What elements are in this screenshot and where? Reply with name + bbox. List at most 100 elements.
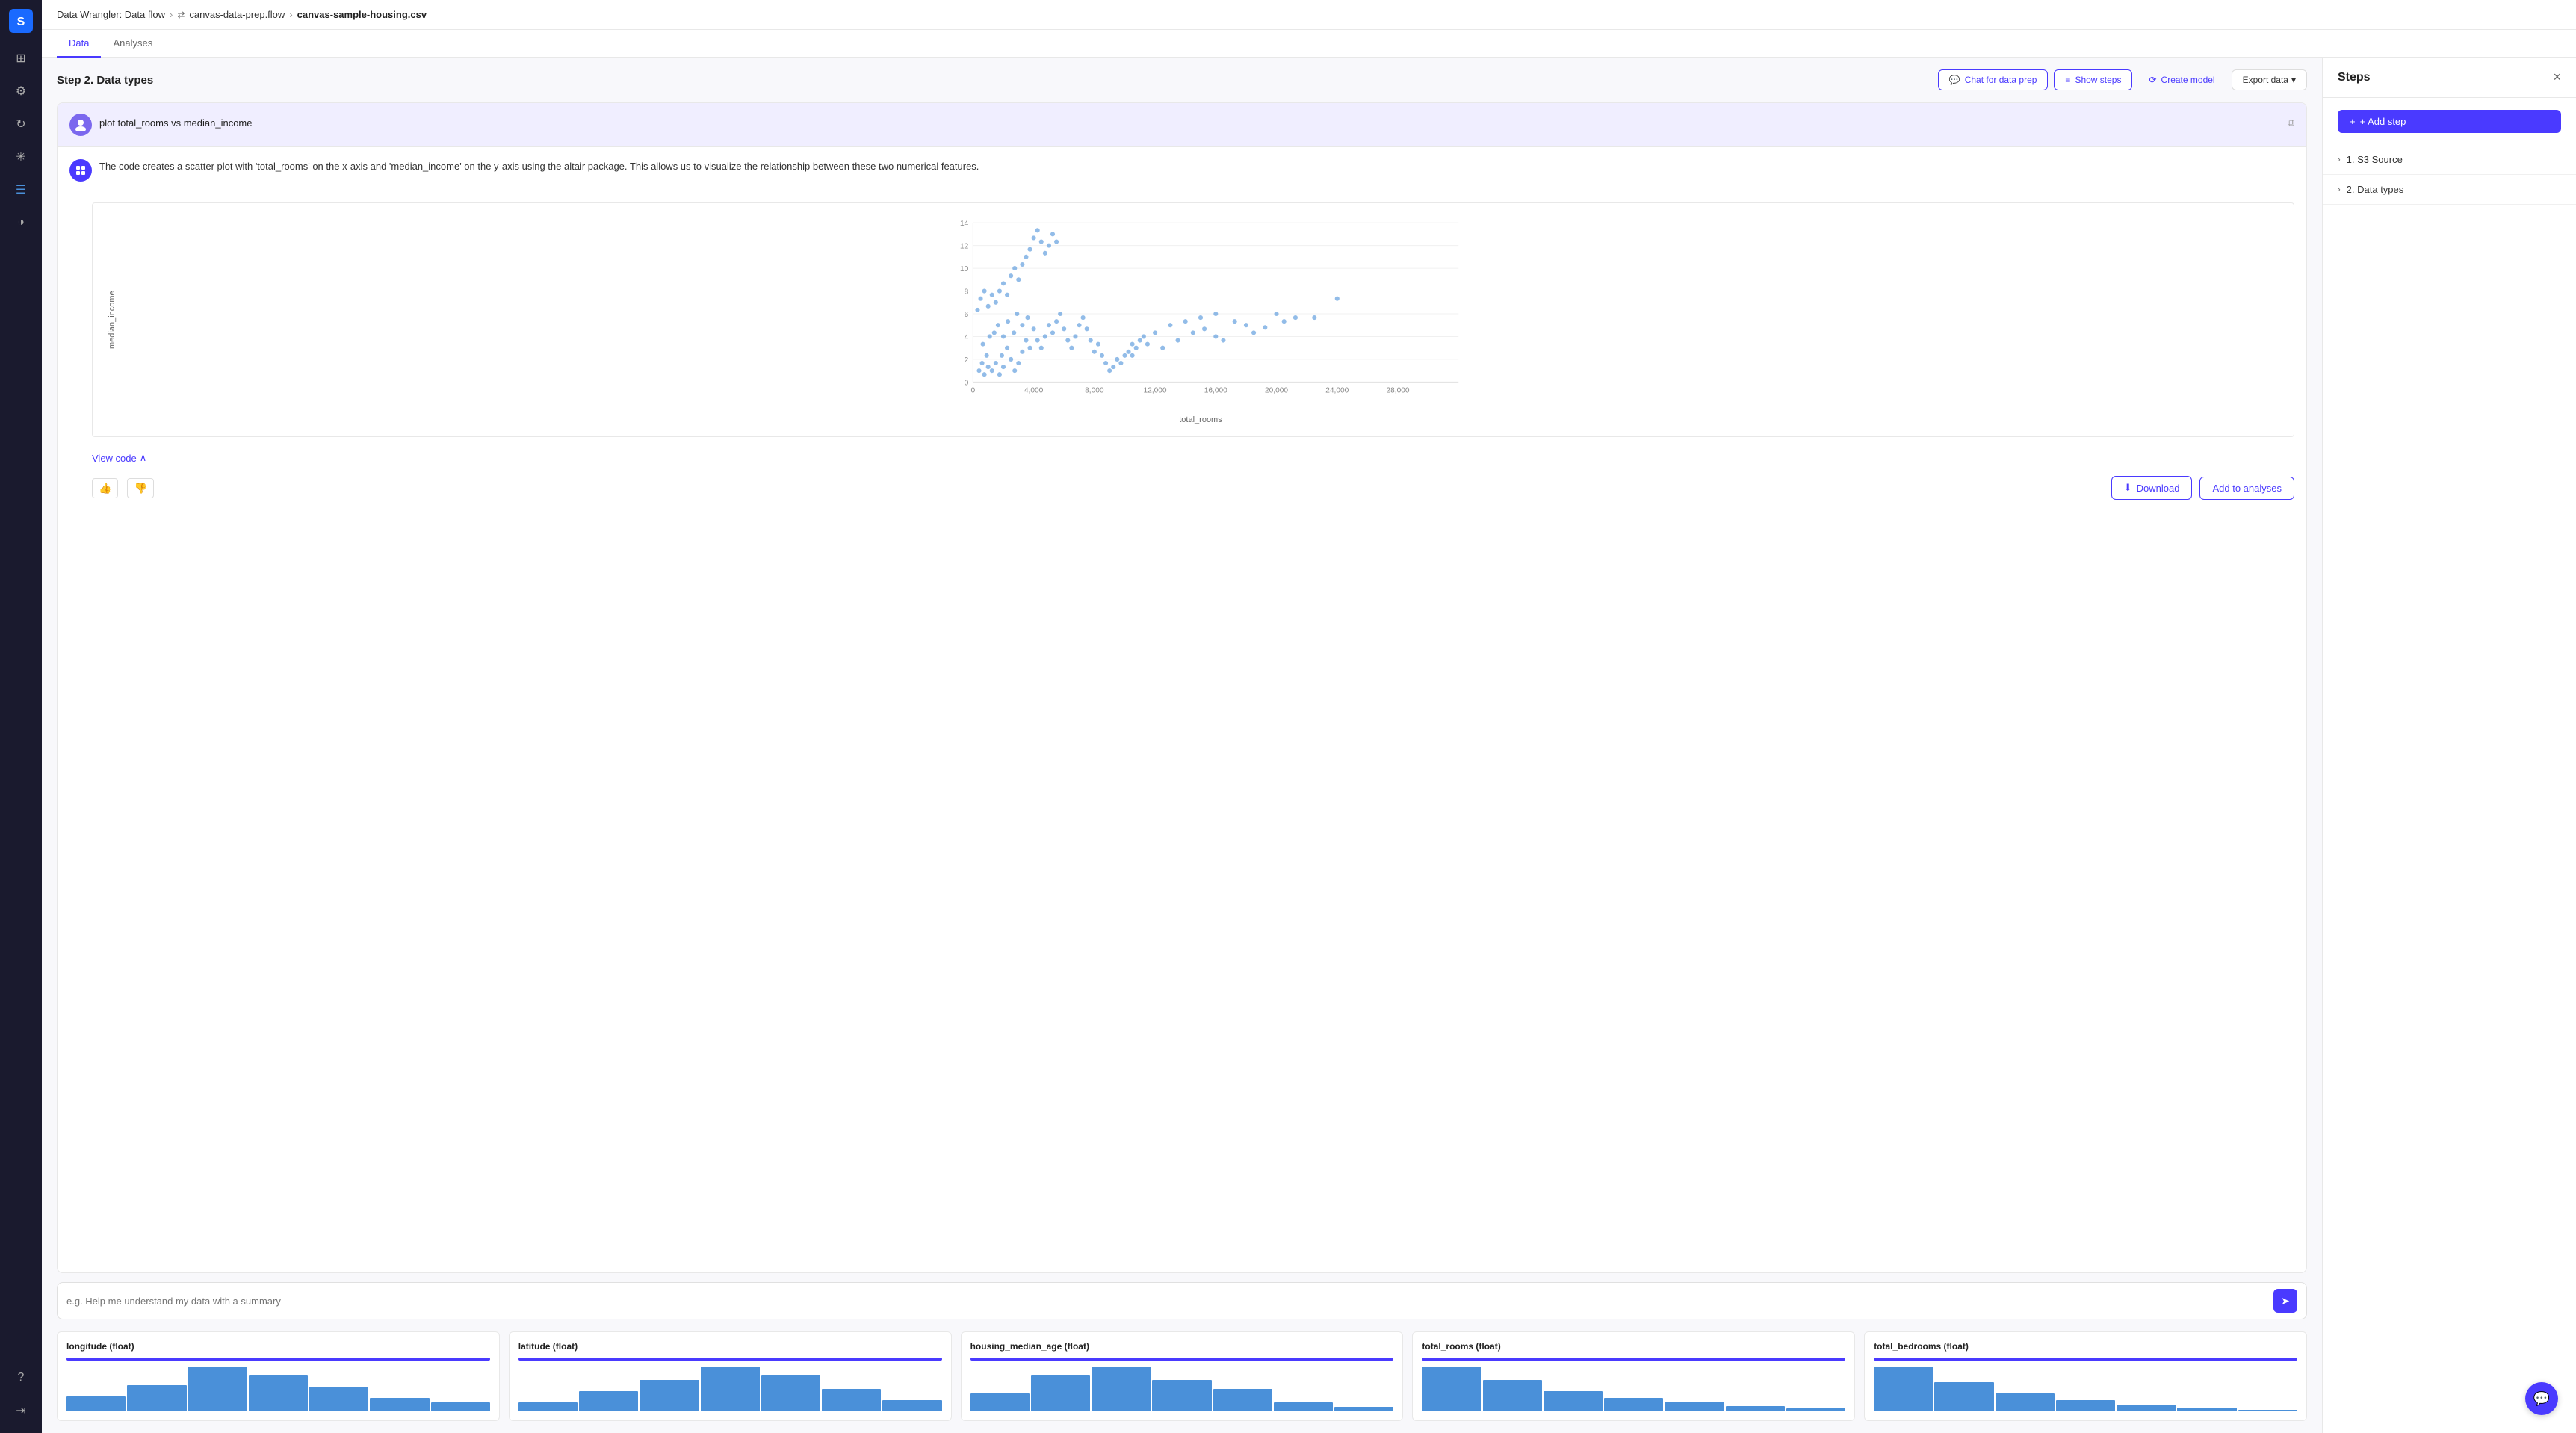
svg-text:0: 0: [965, 379, 969, 387]
sidebar-icon-help[interactable]: ?: [7, 1364, 34, 1391]
download-label: Download: [2137, 483, 2180, 494]
sidebar-bottom: ? ⇥: [7, 1364, 34, 1424]
thumbs-up-button[interactable]: 👍: [92, 478, 118, 498]
view-code-row[interactable]: View code ∧: [58, 446, 2306, 470]
model-icon: ⟳: [2149, 75, 2156, 85]
copy-icon[interactable]: ⧉: [2288, 114, 2294, 129]
svg-text:28,000: 28,000: [1386, 387, 1409, 395]
chat-input[interactable]: [66, 1296, 2273, 1307]
breadcrumb-sep1: ›: [170, 9, 173, 20]
mini-bar: [249, 1375, 308, 1411]
mini-chart-total-rooms: [1422, 1367, 1845, 1411]
show-steps-label: Show steps: [2075, 75, 2121, 85]
chart-wrapper: 0 2 4 6 8 10 12 14 0 4,000: [120, 215, 2282, 424]
column-bar-total-bedrooms: [1874, 1358, 2297, 1361]
sidebar-icon-toggle[interactable]: ◑: [7, 209, 34, 236]
download-button[interactable]: ⬇ Download: [2111, 476, 2193, 500]
app-logo[interactable]: S: [9, 9, 33, 33]
chat-container: plot total_rooms vs median_income ⧉: [57, 102, 2307, 1273]
mini-bar: [188, 1367, 247, 1411]
mini-chart-total-bedrooms: [1874, 1367, 2297, 1411]
download-icon: ⬇: [2124, 482, 2132, 494]
sidebar-icon-grid[interactable]: ⊞: [7, 45, 34, 72]
mini-bar: [1334, 1407, 1393, 1411]
step-label-data-types: 2. Data types: [2347, 184, 2404, 195]
chat-btn-label: Chat for data prep: [1965, 75, 2037, 85]
breadcrumb-root[interactable]: Data Wrangler: Data flow: [57, 9, 165, 20]
svg-text:12: 12: [960, 243, 969, 251]
create-model-button[interactable]: ⟳ Create model: [2138, 70, 2225, 90]
column-card-total-rooms: total_rooms (float): [1412, 1331, 1855, 1421]
scatter-plot-container: median_income: [92, 202, 2294, 437]
column-cards: longitude (float) latitude (float): [57, 1331, 2307, 1421]
floating-chat-button[interactable]: 💬: [2525, 1382, 2558, 1415]
sidebar-icon-refresh[interactable]: ↻: [7, 111, 34, 137]
svg-text:20,000: 20,000: [1265, 387, 1288, 395]
chevron-right-icon-2: ›: [2338, 185, 2341, 194]
mini-chart-longitude: [66, 1367, 490, 1411]
mini-bar: [701, 1367, 760, 1411]
mini-chart-latitude: [518, 1367, 942, 1411]
breadcrumb-flow[interactable]: canvas-data-prep.flow: [189, 9, 285, 20]
tabs: Data Analyses: [42, 30, 2576, 58]
mini-bar: [1483, 1380, 1542, 1411]
y-axis-label: median_income: [105, 215, 120, 424]
svg-text:2: 2: [965, 356, 969, 365]
thumbs-down-button[interactable]: 👎: [127, 478, 153, 498]
mini-bar: [370, 1398, 429, 1411]
chat-input-row: ➤: [57, 1282, 2307, 1319]
chevron-right-icon: ›: [2338, 155, 2341, 164]
export-data-button[interactable]: Export data ▾: [2232, 69, 2307, 90]
tab-analyses[interactable]: Analyses: [101, 30, 164, 58]
mini-bar: [579, 1391, 638, 1411]
step-item-data-types[interactable]: › 2. Data types: [2323, 175, 2576, 205]
center-panel: Step 2. Data types 💬 Chat for data prep …: [42, 58, 2322, 1433]
user-avatar: [69, 114, 92, 136]
mini-bar: [431, 1402, 490, 1411]
column-bar-longitude: [66, 1358, 490, 1361]
mini-bar: [1092, 1367, 1151, 1411]
sidebar-icon-list[interactable]: ☰: [7, 176, 34, 203]
sidebar-icon-settings[interactable]: ⚙: [7, 78, 34, 105]
column-name-longitude: longitude (float): [66, 1341, 490, 1352]
svg-text:16,000: 16,000: [1204, 387, 1227, 395]
svg-text:4: 4: [965, 334, 969, 342]
tab-data[interactable]: Data: [57, 30, 101, 58]
breadcrumb-sep2: ›: [289, 9, 292, 20]
svg-text:14: 14: [960, 220, 969, 228]
mini-bar: [518, 1402, 578, 1411]
column-card-housing-age: housing_median_age (float): [961, 1331, 1404, 1421]
sidebar-icon-star[interactable]: ✳: [7, 143, 34, 170]
plot-area: median_income: [105, 215, 2282, 424]
column-name-total-bedrooms: total_bedrooms (float): [1874, 1341, 2297, 1352]
add-step-button[interactable]: + + Add step: [2338, 110, 2561, 133]
show-steps-button[interactable]: ≡ Show steps: [2054, 69, 2132, 90]
ai-response-text: The code creates a scatter plot with 'to…: [99, 159, 979, 174]
feedback-icons: 👍 👎: [92, 478, 154, 498]
add-to-analyses-button[interactable]: Add to analyses: [2199, 477, 2294, 500]
svg-text:24,000: 24,000: [1325, 387, 1349, 395]
mini-bar: [761, 1375, 820, 1411]
mini-bar: [2117, 1405, 2176, 1411]
column-card-latitude: latitude (float): [509, 1331, 952, 1421]
mini-bar: [640, 1380, 699, 1411]
mini-bar: [1604, 1398, 1663, 1411]
step-item-s3-source[interactable]: › 1. S3 Source: [2323, 145, 2576, 175]
user-message-text: plot total_rooms vs median_income: [99, 114, 2280, 129]
svg-text:4,000: 4,000: [1024, 387, 1044, 395]
step-title: Step 2. Data types: [57, 74, 153, 87]
svg-text:10: 10: [960, 265, 969, 273]
close-steps-button[interactable]: ×: [2553, 69, 2561, 85]
send-button[interactable]: ➤: [2273, 1289, 2297, 1313]
mini-bar: [1934, 1382, 1993, 1411]
step-header: Step 2. Data types 💬 Chat for data prep …: [57, 69, 2307, 90]
svg-text:0: 0: [971, 387, 976, 395]
create-model-label: Create model: [2161, 75, 2215, 85]
steps-icon: ≡: [2065, 75, 2070, 85]
chat-for-data-prep-button[interactable]: 💬 Chat for data prep: [1938, 69, 2049, 90]
chevron-down-icon: ▾: [2291, 75, 2296, 85]
svg-text:8,000: 8,000: [1085, 387, 1104, 395]
breadcrumb: Data Wrangler: Data flow › ⇄ canvas-data…: [42, 0, 2576, 30]
sidebar-icon-exit[interactable]: ⇥: [7, 1397, 34, 1424]
mini-chart-housing-age: [970, 1367, 1394, 1411]
